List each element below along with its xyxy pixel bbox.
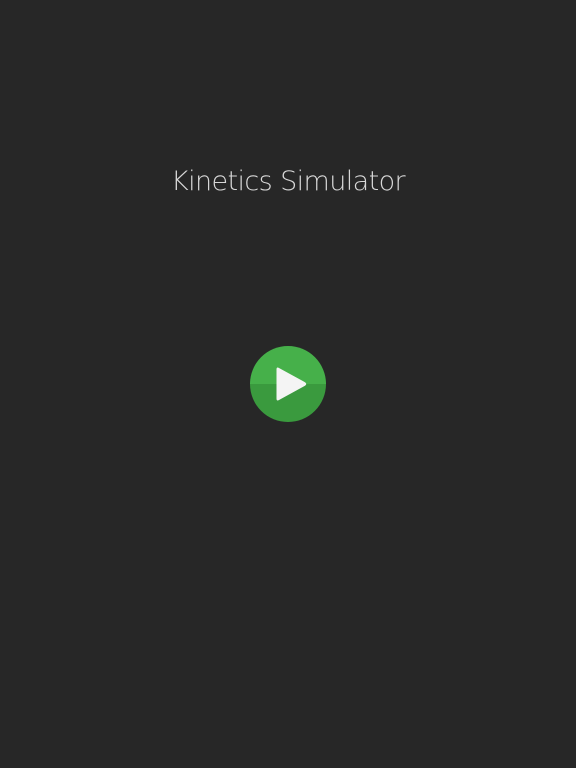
play-button[interactable] xyxy=(250,346,326,422)
play-icon xyxy=(276,367,307,401)
app-title: Kinetics Simulator xyxy=(170,166,406,197)
